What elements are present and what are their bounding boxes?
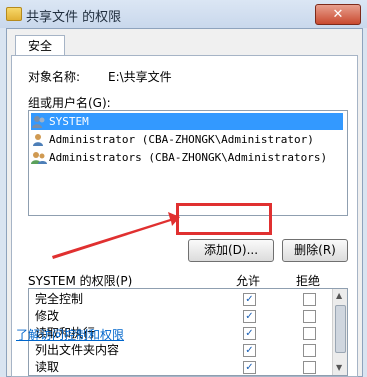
scroll-thumb[interactable] xyxy=(335,305,346,353)
allow-checkbox[interactable]: ✓ xyxy=(243,310,256,323)
permission-row: 完全控制 ✓ xyxy=(35,291,335,308)
folder-icon xyxy=(6,7,22,21)
permissions-scrollbar[interactable]: ▲ ▼ xyxy=(332,289,347,375)
scroll-down-icon[interactable]: ▼ xyxy=(336,363,342,372)
deny-column-header: 拒绝 xyxy=(296,274,321,288)
window-title: 共享文件 的权限 xyxy=(26,10,122,25)
list-item[interactable]: Administrators (CBA-ZHONGK\Administrator… xyxy=(31,149,343,166)
add-button[interactable]: 添加(D)... xyxy=(188,239,274,262)
deny-checkbox[interactable] xyxy=(303,293,316,306)
allow-column-header: 允许 xyxy=(236,274,261,288)
user-group-icon xyxy=(32,116,45,128)
user-group-icon xyxy=(31,152,47,164)
object-name-value: E:\共享文件 xyxy=(108,70,172,84)
object-name-label: 对象名称: xyxy=(28,70,81,84)
allow-checkbox[interactable]: ✓ xyxy=(243,344,256,357)
permission-row: 列出文件夹内容 ✓ xyxy=(35,342,335,359)
permission-row: 修改 ✓ xyxy=(35,308,335,325)
allow-checkbox[interactable]: ✓ xyxy=(243,327,256,340)
group-list-label: 组或用户名(G): xyxy=(28,96,111,110)
list-item[interactable]: SYSTEM xyxy=(31,113,343,130)
user-icon xyxy=(33,134,43,146)
group-user-list[interactable]: SYSTEM Administrator (CBA-ZHONGK\Adminis… xyxy=(28,110,348,216)
user-name: SYSTEM xyxy=(49,115,89,128)
deny-checkbox[interactable] xyxy=(303,327,316,340)
permission-name: 列出文件夹内容 xyxy=(35,343,120,357)
remove-button[interactable]: 删除(R) xyxy=(282,239,348,262)
allow-checkbox[interactable]: ✓ xyxy=(243,293,256,306)
annotation-highlight-box xyxy=(176,203,272,235)
access-control-help-link[interactable]: 了解访问控制和权限 xyxy=(16,326,124,343)
title-bar: 共享文件 的权限 ✕ xyxy=(0,0,367,28)
scroll-up-icon[interactable]: ▲ xyxy=(336,291,342,300)
permissions-title: SYSTEM 的权限(P) xyxy=(28,274,133,288)
deny-checkbox[interactable] xyxy=(303,344,316,357)
user-name: Administrator (CBA-ZHONGK\Administrator) xyxy=(49,133,314,146)
list-item[interactable]: Administrator (CBA-ZHONGK\Administrator) xyxy=(31,131,343,148)
allow-checkbox[interactable]: ✓ xyxy=(243,361,256,374)
permission-name: 完全控制 xyxy=(35,292,84,306)
close-button[interactable]: ✕ xyxy=(315,4,361,25)
deny-checkbox[interactable] xyxy=(303,310,316,323)
permission-name: 修改 xyxy=(35,309,60,323)
deny-checkbox[interactable] xyxy=(303,361,316,374)
permission-name: 读取 xyxy=(35,360,60,374)
user-name: Administrators (CBA-ZHONGK\Administrator… xyxy=(49,151,328,164)
permission-row: 读取 ✓ xyxy=(35,359,335,375)
tab-security[interactable]: 安全 xyxy=(15,35,65,56)
